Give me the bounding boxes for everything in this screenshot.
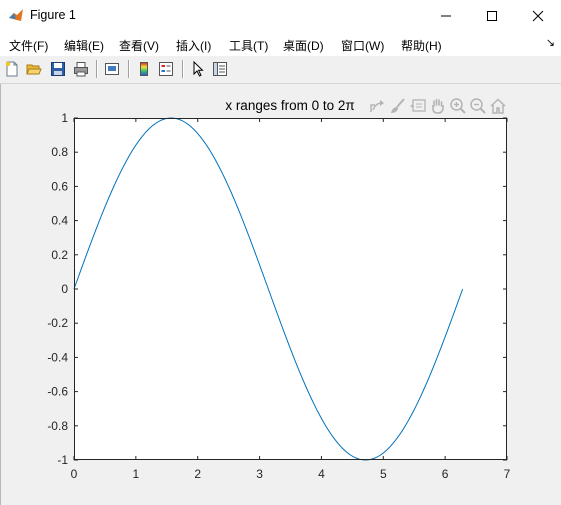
x-tick-label: 0 xyxy=(71,467,78,481)
y-tick-label: 0.2 xyxy=(51,248,68,262)
x-tick-label: 1 xyxy=(133,467,140,481)
y-tick-label: 1 xyxy=(61,111,68,125)
y-tick-labels: -1 -0.8 -0.6 -0.4 -0.2 0 0.2 0.4 0.6 0.8 1 xyxy=(47,111,68,467)
x-tick-label: 2 xyxy=(194,467,201,481)
y-tick-label: 0.4 xyxy=(51,214,68,228)
x-tick-label: 5 xyxy=(380,467,387,481)
pan-icon[interactable] xyxy=(429,97,447,115)
x-tick-label: 3 xyxy=(256,467,263,481)
plot-title: x ranges from 0 to 2π xyxy=(225,98,354,113)
axes-background xyxy=(74,118,507,460)
y-tick-label: 0.8 xyxy=(51,145,68,159)
y-tick-label: -0.2 xyxy=(47,316,68,330)
y-tick-label: -0.8 xyxy=(47,419,68,433)
axes-plot[interactable]: 0 1 2 3 4 5 6 7 -1 -0.8 -0.6 -0.4 -0.2 0 0.2 0.4 0.6 0.8… xyxy=(0,0,561,505)
y-tick-label: 0 xyxy=(61,282,68,296)
y-tick-label: -0.6 xyxy=(47,385,68,399)
export-icon[interactable] xyxy=(368,97,386,115)
x-tick-labels: 0 1 2 3 4 5 6 7 xyxy=(71,467,511,481)
brush-icon[interactable] xyxy=(389,97,407,115)
x-tick-label: 4 xyxy=(318,467,325,481)
home-icon[interactable] xyxy=(489,97,507,115)
zoom-out-icon[interactable] xyxy=(469,97,487,115)
axes-toolbar xyxy=(368,96,508,116)
zoom-in-icon[interactable] xyxy=(449,97,467,115)
x-tick-label: 6 xyxy=(442,467,449,481)
x-tick-label: 7 xyxy=(504,467,511,481)
data-tips-icon[interactable] xyxy=(409,97,427,115)
y-tick-label: -1 xyxy=(57,453,68,467)
y-tick-label: -0.4 xyxy=(47,350,68,364)
y-tick-label: 0.6 xyxy=(51,179,68,193)
